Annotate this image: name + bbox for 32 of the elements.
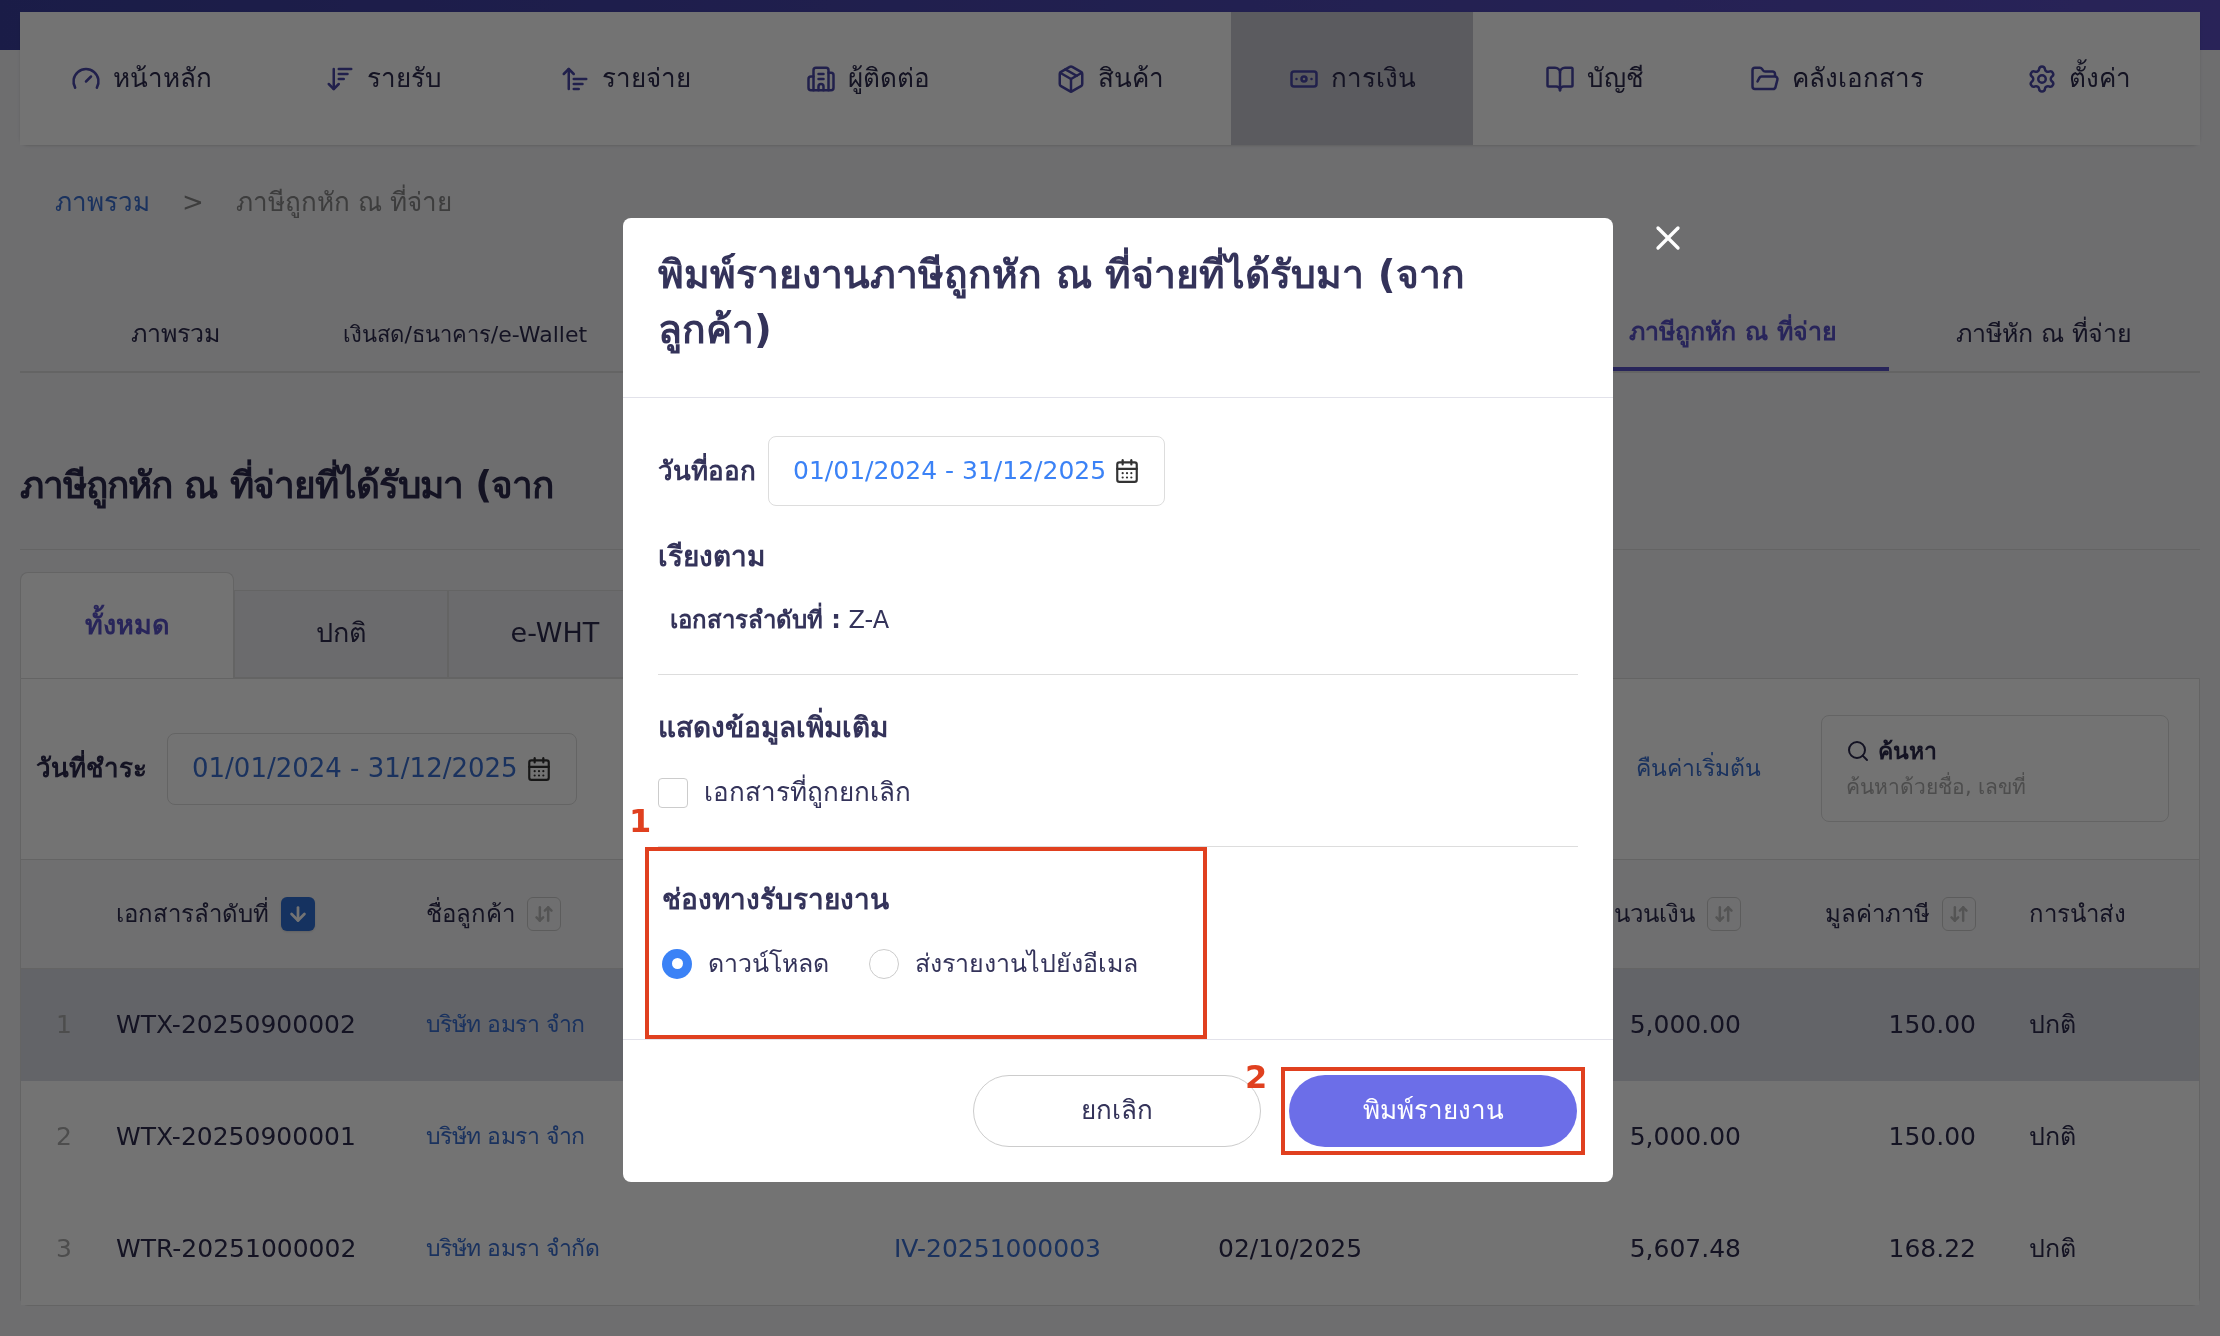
section-heading: แสดงข้อมูลเพิ่มเติม <box>658 707 888 750</box>
column-header: มูลค่าภาษี <box>1825 898 1930 931</box>
table-cell-text: ปกติ <box>2028 1008 2076 1041</box>
table-cell-text: WTR-20251000002 <box>116 1232 357 1265</box>
radio-label: ส่งรายงานไปยังอีเมล <box>915 948 1138 981</box>
search-label: ค้นหา <box>1846 733 2144 768</box>
breadcrumb-separator: > <box>182 186 204 219</box>
column-header: เอกสารลำดับที่ <box>116 896 269 930</box>
table-cell-text: 02/10/2025 <box>1218 1232 1363 1265</box>
column-header: ชื่อลูกค้า <box>426 896 515 931</box>
table-cell-text: ปกติ <box>2028 1232 2076 1265</box>
annotation-number: 1 <box>629 801 652 843</box>
radio-label: ดาวน์โหลด <box>708 948 829 981</box>
sort-order-text: เอกสารลำดับที่ : Z-A <box>670 602 890 639</box>
table-cell-text: 5,000.00 <box>1629 1120 1742 1153</box>
table-cell-text: 150.00 <box>1888 1120 1977 1153</box>
table-cell-text: WTX-20250900002 <box>116 1008 356 1041</box>
field-label: วันที่ออก <box>658 452 756 488</box>
checkbox-label: เอกสารที่ถูกยกเลิก <box>704 773 911 813</box>
column-header: การนำส่ง <box>2029 898 2126 930</box>
table-cell-text: 5,607.48 <box>1629 1232 1742 1265</box>
section-heading: ช่องทางรับรายงาน <box>662 882 889 919</box>
filter-label: วันที่ชำระ <box>36 749 147 788</box>
table-cell-text: WTX-20250900001 <box>116 1120 356 1153</box>
table-cell-text: 150.00 <box>1888 1008 1977 1041</box>
section-heading: เรียงตาม <box>658 539 765 576</box>
dialog-title: พิมพ์รายงานภาษีถูกหัก ณ ที่จ่ายที่ได้รับมา (จากลูกค้า) <box>658 248 1538 358</box>
page-title: ภาษีถูกหัก ณ ที่จ่ายที่ได้รับมา (จาก <box>20 458 554 514</box>
table-cell-text: 5,000.00 <box>1629 1008 1742 1041</box>
column-header: นวนเงิน <box>1614 898 1695 930</box>
table-cell-text: ปกติ <box>2028 1120 2076 1153</box>
table-cell-text: 168.22 <box>1888 1232 1977 1265</box>
